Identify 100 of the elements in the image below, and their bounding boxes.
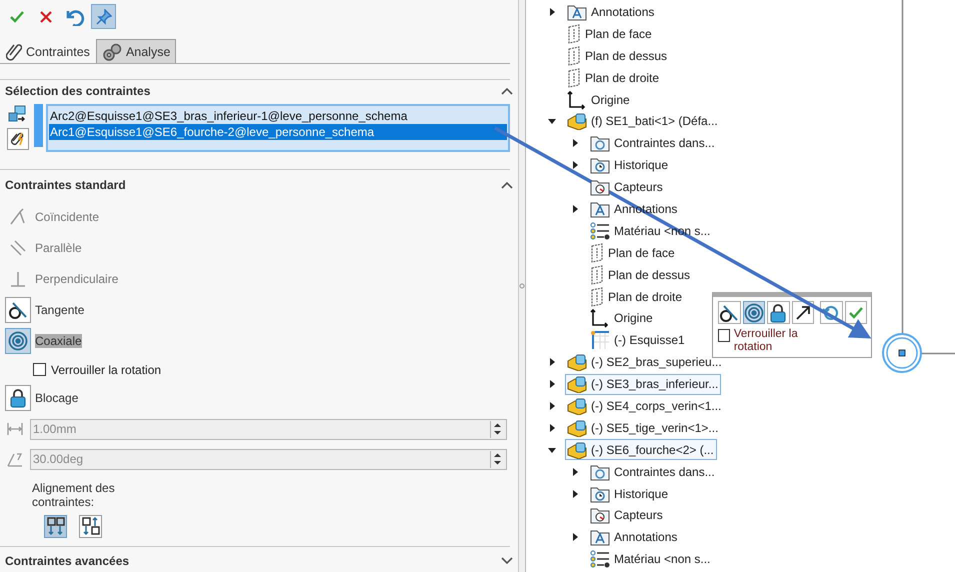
material-icon [590,222,610,240]
collapsed-arrow-icon [548,424,556,432]
lock-rotation-checkbox[interactable]: Verrouiller la rotation [5,356,518,383]
collapsed-arrow-icon [571,139,579,148]
tree-item[interactable]: Matériau <non s... [588,548,714,570]
collapsed-arrow-icon [548,380,556,388]
plane-icon [590,286,604,307]
parallel-icon [9,239,27,258]
selected-circle-drawing [881,332,923,374]
lock-rotation-checkbox[interactable]: Verrouiller la rotation [718,324,828,354]
plane-icon [567,68,581,88]
collapsed-arrow-icon [571,161,579,170]
tree-item[interactable]: (-) Esquisse1 [588,330,688,351]
gauge-folder-icon [590,178,610,196]
sketch-line [920,352,955,355]
section-title: Contraintes standard [5,178,126,192]
collapse-chevron-icon [500,180,514,190]
tree-item[interactable]: Annotations [588,526,680,548]
expanded-arrow-icon [548,117,556,126]
tree-item[interactable]: Plan de face [565,23,655,44]
tree-item[interactable]: (f) SE1_bati<1> (Défa... [565,110,721,132]
part-icon [567,440,587,459]
origin-icon [567,90,587,110]
pin-button[interactable] [91,4,116,30]
collapsed-arrow-icon [548,358,556,366]
constraint-label: Perpendiculaire [35,272,118,286]
alignment-button[interactable] [44,514,67,538]
paperclip-icon [6,42,22,61]
constraint-label: Coïncidente [35,210,100,224]
mates-folder-icon [590,462,610,481]
tree-item[interactable]: Historique [588,154,672,176]
tree-item[interactable]: Historique [588,483,672,504]
constraint-label: Parallèle [35,241,82,256]
plane-icon [567,46,581,66]
list-item[interactable]: Arc2@Esquisse1@SE3_bras_inferieur-1@leve_personne_schema [49,108,507,124]
tab[interactable]: Analyse [96,39,176,63]
plane-icon [567,24,581,44]
gauge-folder-icon [590,506,610,524]
tree-item[interactable]: Plan de face [588,242,678,264]
tree-item[interactable]: (-) SE5_tige_verin<1>... [565,417,722,438]
flip-button[interactable] [792,301,814,324]
perpendicular-icon [9,270,27,288]
mates-folder-icon [590,134,610,152]
list-item[interactable]: Arc1@Esquisse1@SE6_fourche-2@leve_personne_schema [49,124,507,140]
annotations-folder-icon [567,2,587,21]
mate-button[interactable] [7,128,29,150]
collapsed-arrow-icon [571,490,579,498]
swap-components-icon [7,104,27,124]
paperclip-lightning-icon [10,131,26,148]
tree-item[interactable]: Plan de droite [565,67,662,88]
section-title: Sélection des contraintes [5,84,150,98]
tree-item[interactable]: Capteurs [588,176,666,198]
material-icon [590,550,610,568]
section-title: Contraintes avancées [5,554,130,568]
selection-list[interactable]: Arc2@Esquisse1@SE3_bras_inferieur-1@leve_personne_schema Arc1@Esquisse1@SE6_fourche-2@leve_personne_schema [46,104,510,152]
tree-item[interactable]: Annotations [565,1,658,22]
padlock-icon [9,388,27,408]
tree-item[interactable]: (-) SE2_bras_superieu... [565,352,725,373]
expand-chevron-icon [500,556,514,566]
aligned-icon [46,516,66,536]
concentric-icon [8,331,28,352]
tree-item[interactable]: (-) SE6_fourche<2> (... [565,439,717,460]
tree-item[interactable]: Capteurs [588,504,666,526]
annotations-folder-icon [590,528,610,546]
part-icon [567,112,587,130]
collapsed-arrow-icon [571,533,579,542]
undo-icon [64,8,84,26]
tree-item[interactable]: Origine [588,308,656,329]
tree-item[interactable]: Plan de dessus [565,45,670,66]
history-folder-icon [590,484,610,503]
part-icon [567,375,587,394]
gears-icon [102,42,122,61]
ok-button[interactable] [844,301,867,324]
collapsed-arrow-icon [548,8,556,16]
concentric-icon [744,302,764,322]
tree-item[interactable]: Contraintes dans... [588,132,718,154]
origin-icon [590,308,610,328]
tree-item[interactable]: Origine [565,89,633,110]
history-folder-icon [590,156,610,174]
tree-item[interactable]: (-) SE3_bras_inferieur... [565,374,722,395]
lock-button[interactable] [767,301,790,324]
collapse-chevron-icon [500,86,514,96]
constraint-button[interactable] [5,297,31,324]
tree-item[interactable]: Plan de dessus [588,264,694,286]
collapsed-arrow-icon [571,204,579,213]
tangent-icon [8,301,28,320]
constraint-button[interactable] [5,385,31,412]
alignment-button[interactable] [79,514,102,538]
constraint-label: Tangente [35,303,84,318]
plane-icon [590,264,604,285]
part-icon [567,353,587,372]
arrow-icon [794,304,812,322]
tree-item[interactable]: Plan de droite [588,286,686,308]
tree-item[interactable]: (-) SE4_corps_verin<1... [565,395,724,416]
collapsed-arrow-icon [571,468,579,476]
tree-item[interactable]: Contraintes dans... [588,461,718,482]
concentric-button[interactable] [742,301,765,324]
expanded-arrow-icon [548,446,556,454]
tangent-button[interactable] [718,301,740,324]
distance-icon [6,421,24,438]
